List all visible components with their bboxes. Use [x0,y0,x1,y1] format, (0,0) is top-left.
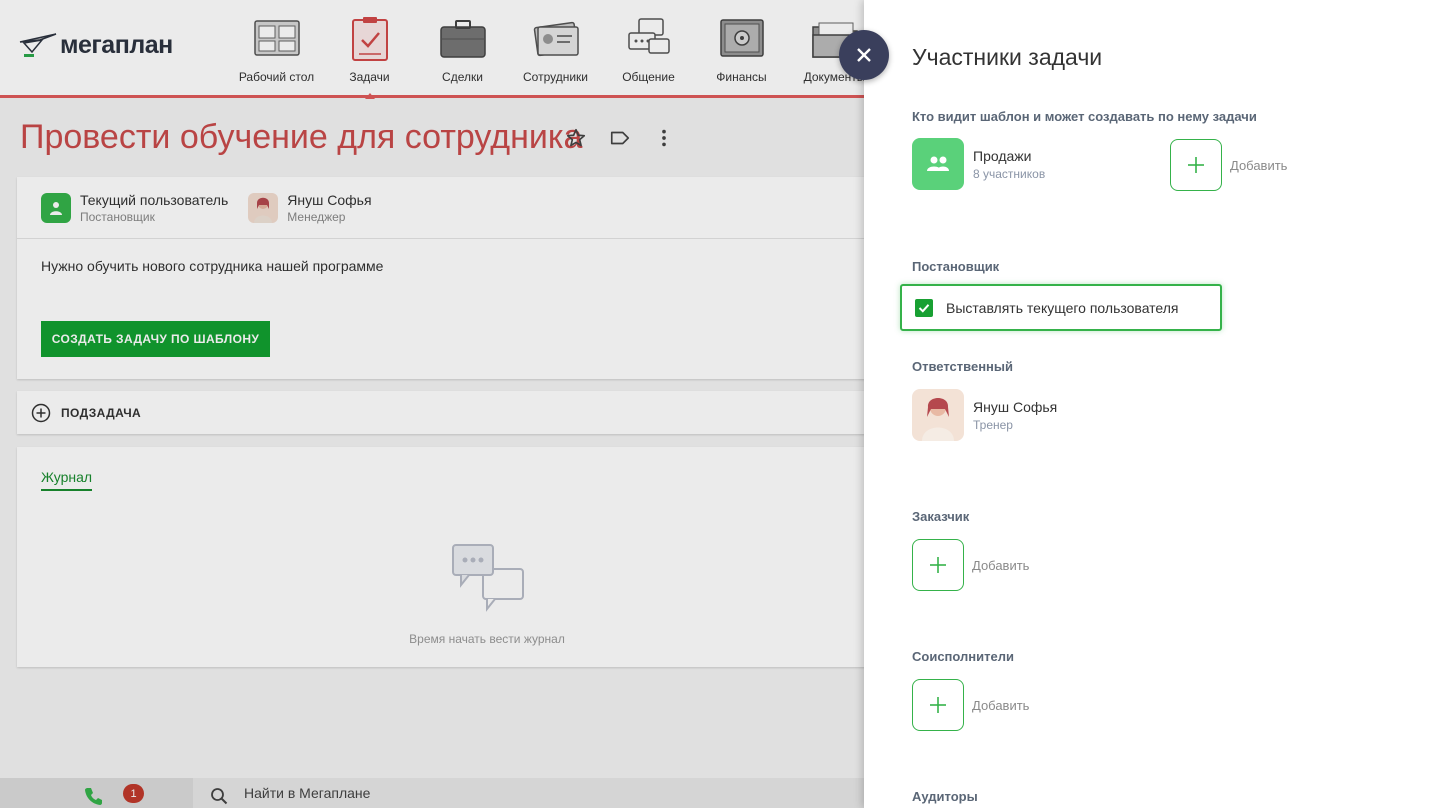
responsible-person[interactable]: Януш Софья Тренер [912,389,1057,441]
visibility-section-title: Кто видит шаблон и может создавать по не… [912,109,1257,124]
task-participants-panel: Участники задачи Кто видит шаблон и може… [864,0,1441,808]
group-icon [912,138,964,190]
add-coexecutor[interactable]: Добавить [912,679,1029,731]
responsible-section-title: Ответственный [912,359,1013,374]
add-customer[interactable]: Добавить [912,539,1029,591]
add-label: Добавить [972,697,1030,713]
modal-backdrop[interactable] [0,0,864,808]
set-current-user-checkbox[interactable]: Выставлять текущего пользователя [900,284,1222,331]
assigner-section-title: Постановщик [912,259,1000,274]
responsible-name: Януш Софья [973,398,1058,415]
add-label: Добавить [1230,157,1288,173]
checkbox-checked-icon [915,298,933,317]
checkbox-label: Выставлять текущего пользователя [946,299,1179,316]
group-name: Продажи [973,147,1032,164]
close-icon [857,48,871,62]
responsible-role: Тренер [973,417,1013,432]
add-coexecutor-button[interactable] [912,679,964,731]
add-visibility-button[interactable] [1170,139,1222,191]
close-panel-button[interactable] [839,30,889,80]
plus-icon [930,697,946,713]
group-sales[interactable]: Продажи 8 участников [912,138,1045,190]
add-customer-button[interactable] [912,539,964,591]
add-visibility[interactable]: Добавить [1170,139,1287,191]
plus-icon [1188,157,1204,173]
add-label: Добавить [972,557,1030,573]
plus-icon [930,557,946,573]
coexecutors-section-title: Соисполнители [912,649,1014,664]
group-member-count: 8 участников [973,166,1046,181]
avatar [912,389,964,441]
customer-section-title: Заказчик [912,509,970,524]
panel-title: Участники задачи [912,44,1103,70]
auditors-section-title: Аудиторы [912,789,978,804]
